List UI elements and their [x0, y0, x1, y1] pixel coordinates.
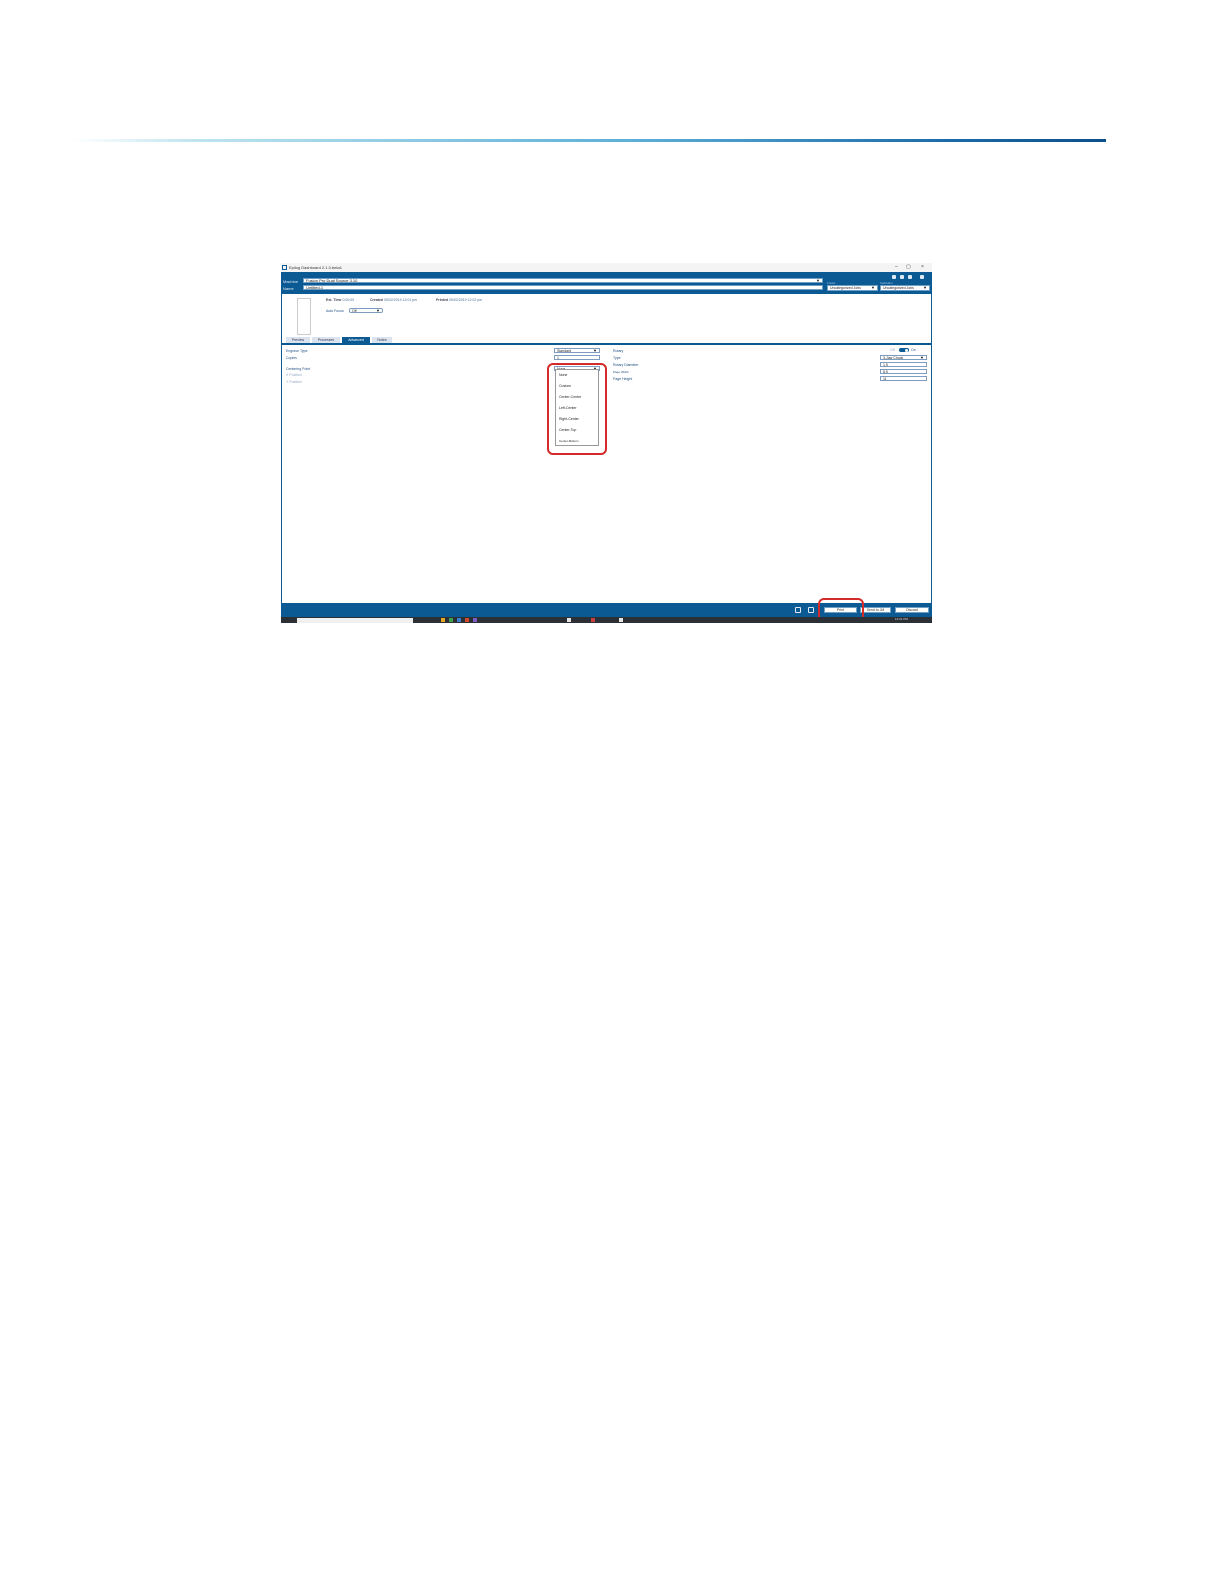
dropdown-highlight: [547, 363, 607, 455]
tab-processes[interactable]: Processes: [312, 337, 340, 343]
taskbar-search[interactable]: [297, 618, 413, 623]
folder-value: Uncategorized Jobs: [830, 286, 861, 290]
est-time-value: 0:00:00: [342, 298, 355, 302]
page-height-input[interactable]: 11: [880, 376, 927, 381]
printed-label: Printed: [436, 298, 449, 302]
app-icon: [282, 265, 287, 270]
help-icon[interactable]: [900, 275, 904, 279]
est-time: Est. Time 0:00:00: [326, 298, 354, 302]
job-header: Machine Fusion Pro Dual Source 3.10 ▼ Na…: [281, 272, 932, 294]
centering-point-label: Centering Point: [286, 367, 311, 371]
machine-label: Machine: [283, 279, 299, 284]
taskbar: 12:01 PM: [281, 617, 932, 623]
chevron-down-icon: ▼: [593, 348, 597, 353]
page-width-label: Page Width: [613, 370, 629, 374]
maximize-button[interactable]: ▢: [906, 264, 911, 270]
engrave-type-label: Engrave Type: [286, 349, 308, 353]
page-width-input[interactable]: 8.5: [880, 369, 927, 374]
printed-value: 05/02/2019 12:02 pm: [449, 298, 483, 302]
app-icon[interactable]: [465, 618, 469, 622]
copies-label: Copies: [286, 356, 297, 360]
auto-focus-value: Off: [352, 309, 357, 313]
app-screenshot: Epilog Dashboard 2.1.0.beta1 – ▢ × Machi…: [281, 263, 932, 623]
subfolder-value: Uncategorized Jobs: [883, 286, 914, 290]
app-icon[interactable]: [619, 618, 623, 622]
header-rule: [72, 139, 1106, 142]
page-height-value: 11: [883, 377, 887, 381]
auto-focus-select[interactable]: Off ▼: [349, 308, 383, 313]
rotary-type-value: 3-Jaw Chuck: [883, 356, 904, 360]
app-icon[interactable]: [449, 618, 453, 622]
name-input[interactable]: Untitled-1: [303, 285, 823, 290]
job-panel: Est. Time 0:00:00 Created 05/02/2019 12:…: [281, 294, 932, 603]
rotary-type-select[interactable]: 3-Jaw Chuck ▼: [880, 355, 927, 360]
window-title: Epilog Dashboard 2.1.0.beta1: [289, 265, 342, 270]
discard-button[interactable]: Discard: [895, 607, 929, 613]
auto-focus-label: Auto Focus: [326, 309, 344, 313]
created-label: Created: [370, 298, 384, 302]
created-date: Created 05/02/2019 12:01 pm: [370, 298, 417, 302]
camera-icon[interactable]: [795, 607, 801, 613]
copies-input[interactable]: 1: [554, 355, 600, 360]
job-thumbnail: [297, 298, 311, 335]
engrave-type-value: Standard: [557, 349, 572, 353]
taskbar-clock: 12:01 PM: [895, 617, 908, 621]
app-icon[interactable]: [591, 618, 595, 622]
folder-icon[interactable]: [441, 618, 445, 622]
app-icon[interactable]: [457, 618, 461, 622]
tab-bar: Preview Processes Advanced Notes: [282, 337, 932, 345]
engrave-type-select[interactable]: Standard ▼: [554, 348, 600, 353]
page-height-label: Page Height: [613, 377, 633, 381]
chevron-down-icon: ▼: [871, 285, 875, 290]
rotary-label: Rotary: [613, 349, 624, 353]
app-icon[interactable]: [567, 618, 571, 622]
rotary-toggle[interactable]: [899, 348, 909, 352]
window-titlebar: Epilog Dashboard 2.1.0.beta1 – ▢ ×: [281, 263, 932, 272]
rotary-diameter-value: 1.5: [883, 363, 888, 367]
x-position-label: X Position: [286, 373, 302, 377]
chevron-down-icon: ▼: [923, 285, 927, 290]
tab-notes[interactable]: Notes: [372, 337, 392, 343]
page-width-value: 8.5: [883, 370, 888, 374]
rotary-diameter-label: Rotary Diameter: [613, 363, 639, 367]
settings-icon[interactable]: [892, 275, 896, 279]
tab-advanced[interactable]: Advanced: [342, 337, 370, 343]
rotary-on-label: On: [911, 348, 916, 352]
copies-value: 1: [557, 356, 559, 360]
chevron-down-icon: ▼: [816, 278, 820, 283]
est-time-label: Est. Time: [326, 298, 342, 302]
rotary-off-label: Off: [890, 348, 895, 352]
tab-preview[interactable]: Preview: [286, 337, 310, 343]
rotary-diameter-input[interactable]: 1.5: [880, 362, 927, 367]
machine-select[interactable]: Fusion Pro Dual Source 3.10 ▼: [303, 278, 823, 283]
name-label: Name: [283, 286, 294, 291]
camera-icon[interactable]: [920, 275, 924, 279]
name-value: Untitled-1: [306, 285, 324, 290]
subfolder-select[interactable]: Uncategorized Jobs ▼: [880, 285, 930, 291]
machine-value: Fusion Pro Dual Source 3.10: [306, 278, 358, 283]
chevron-down-icon: ▼: [376, 308, 380, 313]
printed-date: Printed 05/02/2019 12:02 pm: [436, 298, 482, 302]
save-icon[interactable]: [808, 607, 814, 613]
close-button[interactable]: ×: [921, 264, 924, 270]
send-to-jm-button[interactable]: Send to JM: [860, 607, 891, 613]
stats-icon[interactable]: [908, 275, 912, 279]
created-value: 05/02/2019 12:01 pm: [384, 298, 418, 302]
chevron-down-icon: ▼: [920, 355, 924, 360]
app-icon[interactable]: [473, 618, 477, 622]
minimize-button[interactable]: –: [895, 264, 898, 270]
y-position-label: Y Position: [286, 380, 302, 384]
type-label: Type: [613, 356, 621, 360]
folder-select[interactable]: Uncategorized Jobs ▼: [827, 285, 878, 291]
